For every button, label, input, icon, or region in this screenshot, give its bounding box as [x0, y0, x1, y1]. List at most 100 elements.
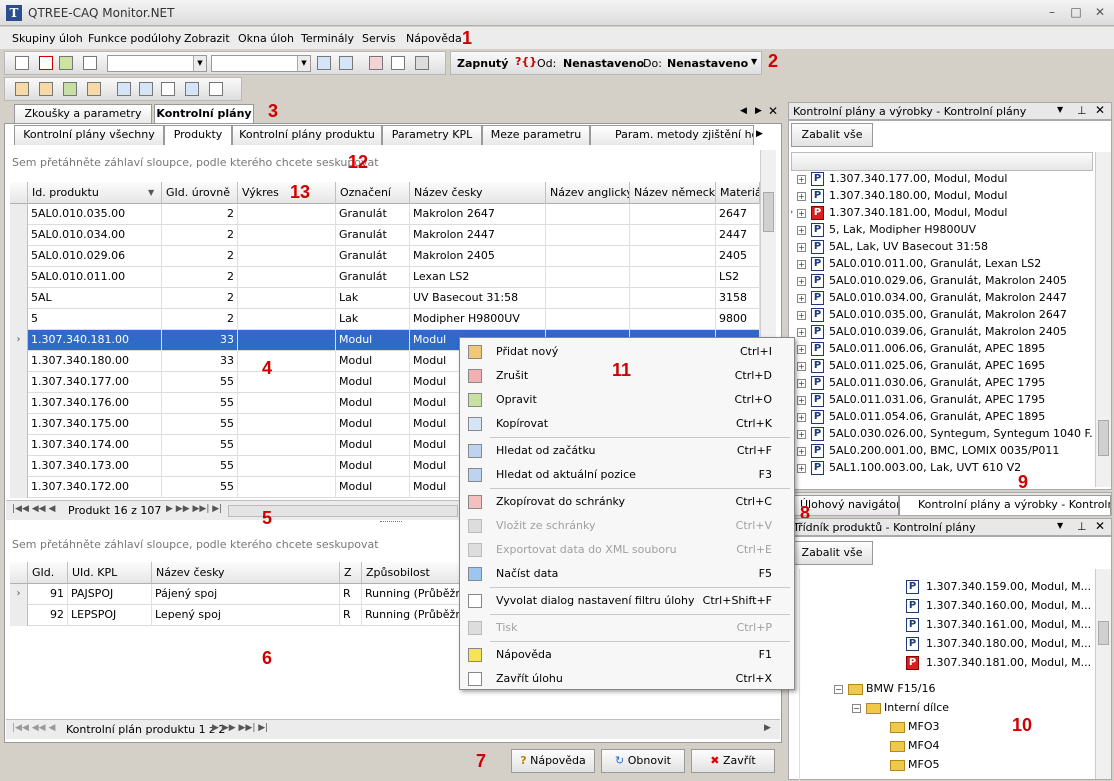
expand-icon[interactable]: + [797, 430, 806, 439]
tree-item[interactable]: P 1.307.340.161.00, Modul, M... [900, 617, 1093, 634]
expand-icon[interactable]: + [797, 413, 806, 422]
folder-item[interactable]: MFO4 [872, 738, 1072, 755]
maximize-icon[interactable]: □ [1066, 4, 1086, 20]
expand-icon[interactable]: + [797, 447, 806, 456]
copy-icon[interactable] [83, 56, 97, 70]
filter-dialog-icon[interactable]: ?{} [515, 55, 537, 68]
tree-item[interactable]: + P 5AL0.011.025.06, Granulát, APEC 1695 [791, 358, 1086, 375]
right-top-close-icon[interactable]: ✕ [1095, 103, 1105, 117]
tree-item[interactable]: P 1.307.340.159.00, Modul, M... [900, 579, 1093, 596]
toolbar-overflow-icon[interactable]: ▼ [751, 57, 757, 66]
expand-icon[interactable]: + [797, 226, 806, 235]
close-window-icon[interactable]: ✕ [1090, 4, 1110, 20]
col-material[interactable]: Materiá [716, 182, 760, 204]
expand-icon[interactable]: + [797, 277, 806, 286]
tree-item[interactable]: P 1.307.340.181.00, Modul, M... [900, 655, 1093, 672]
row-indicator[interactable] [10, 605, 28, 626]
table-row[interactable]: › 91 PAJSPOJ Pájený spoj R Running (Průběžná [10, 584, 462, 605]
collapse-all-button-bottom[interactable]: Zabalit vše [791, 541, 873, 565]
expand-icon[interactable]: + [797, 175, 806, 184]
subtab-param-methods[interactable]: Param. metody zjištění hodr [590, 125, 754, 145]
col-level-gid[interactable]: GId. úrovně [162, 182, 238, 204]
table-row[interactable]: 5AL0.010.035.00 2 Granulát Makrolon 2647 264… [10, 204, 760, 225]
row-indicator[interactable] [10, 372, 28, 393]
expand-icon[interactable]: + [797, 362, 806, 371]
nav-last-icon[interactable]: ▶ ▶▶ ▶▶| ▶| [166, 504, 222, 514]
products-vscroll-thumb[interactable] [763, 192, 774, 232]
expand-icon[interactable]: + [797, 396, 806, 405]
tree-item[interactable]: + P 5AL0.010.035.00, Granulát, Makrolon 26… [791, 307, 1086, 324]
tool-5-icon[interactable] [117, 82, 131, 96]
context-menu-item[interactable]: Tisk Ctrl+P [460, 616, 794, 640]
collapse-icon[interactable]: − [852, 704, 861, 713]
tool-3-icon[interactable] [63, 82, 77, 96]
tree-item[interactable]: + P 1.307.340.180.00, Modul, Modul [791, 188, 1086, 205]
row-indicator[interactable] [10, 288, 28, 309]
col-name-en[interactable]: Název anglicky [546, 182, 630, 204]
new-icon[interactable] [15, 56, 29, 70]
row-indicator[interactable] [10, 435, 28, 456]
menu-service[interactable]: Servis [362, 32, 396, 45]
col-name-de[interactable]: Název německy [630, 182, 716, 204]
pin-icon-2[interactable]: ⊥ [1077, 520, 1087, 533]
context-menu-item[interactable]: Opravit Ctrl+O [460, 388, 794, 412]
tab-scroll-right-icon[interactable]: ▶ [755, 106, 762, 116]
table-row[interactable]: 5AL0.010.029.06 2 Granulát Makrolon 2405 240… [10, 246, 760, 267]
context-menu-item[interactable]: Nápověda F1 [460, 643, 794, 667]
row-indicator[interactable]: › [10, 584, 28, 605]
tree-item[interactable]: › + P 1.307.340.181.00, Modul, Modul [791, 205, 1086, 222]
tab-scroll-left-icon[interactable]: ◀ [740, 106, 747, 116]
paste-icon[interactable] [391, 56, 405, 70]
table-row[interactable]: 5 2 Lak Modipher H9800UV 9800 [10, 309, 760, 330]
context-menu-item[interactable]: Načíst data F5 [460, 562, 794, 586]
context-menu-item[interactable]: Exportovat data do XML souboru Ctrl+E [460, 538, 794, 562]
delete-icon[interactable] [39, 56, 53, 70]
context-menu-item[interactable]: Vložit ze schránky Ctrl+V [460, 514, 794, 538]
tab-plans-products[interactable]: Kontrolní plány a výrobky - Kontrolní p.… [899, 495, 1111, 515]
right-bottom-close-icon[interactable]: ✕ [1095, 519, 1105, 533]
menu-subtask-functions[interactable]: Funkce podúlohy [88, 32, 181, 45]
expand-icon[interactable]: + [797, 192, 806, 201]
tab-tests-parameters[interactable]: Zkoušky a parametry [14, 104, 152, 124]
context-menu-item[interactable]: Kopírovat Ctrl+K [460, 412, 794, 436]
plans-nav-last-icon[interactable]: ▶ ▶▶ ▶▶| ▶| [212, 723, 268, 733]
find-first-icon[interactable] [317, 56, 331, 70]
expand-icon[interactable]: + [797, 328, 806, 337]
expand-icon[interactable]: + [797, 260, 806, 269]
expand-icon[interactable]: + [797, 464, 806, 473]
tool-8-icon[interactable] [185, 82, 199, 96]
col-plan-name[interactable]: Název česky [152, 562, 340, 584]
right-top-vscroll[interactable] [1095, 152, 1111, 487]
subtab-param-limits[interactable]: Meze parametru [482, 125, 590, 145]
expand-icon[interactable]: + [797, 294, 806, 303]
tree-item[interactable]: P 1.307.340.180.00, Modul, M... [900, 636, 1093, 653]
row-indicator[interactable] [10, 246, 28, 267]
menu-help[interactable]: Nápověda [406, 32, 462, 45]
row-indicator[interactable] [10, 225, 28, 246]
context-menu-item[interactable]: Zavřít úlohu Ctrl+X [460, 667, 794, 691]
col-gid[interactable]: GId. [28, 562, 68, 584]
table-row[interactable]: 92 LEPSPOJ Lepený spoj R Running (Průběžná [10, 605, 462, 626]
tree-item[interactable]: + P 5AL0.011.031.06, Granulát, APEC 1795 [791, 392, 1086, 409]
tree-item[interactable]: + P 5AL0.011.030.06, Granulát, APEC 1795 [791, 375, 1086, 392]
right-top-vscroll-thumb[interactable] [1098, 420, 1109, 456]
row-indicator[interactable] [10, 267, 28, 288]
table-row[interactable]: 5AL0.010.034.00 2 Granulát Makrolon 2447 244… [10, 225, 760, 246]
menu-terminals[interactable]: Terminály [301, 32, 354, 45]
folder-item[interactable]: MFO3 [872, 719, 1072, 736]
tree-item[interactable]: + P 5AL1.100.003.00, Lak, UVT 610 V2 [791, 460, 1086, 477]
subtab-scroll-icon[interactable]: ▶ [756, 129, 763, 139]
col-capability[interactable]: Způsobilost [362, 562, 462, 584]
right-bottom-vscroll-thumb[interactable] [1098, 621, 1109, 645]
context-menu-item[interactable]: Hledat od začátku Ctrl+F [460, 439, 794, 463]
copy-clipboard-icon[interactable] [369, 56, 383, 70]
tool-7-icon[interactable] [161, 82, 175, 96]
menu-view[interactable]: Zobrazit [184, 32, 230, 45]
collapse-all-button-top[interactable]: Zabalit vše [791, 123, 873, 147]
menu-task-groups[interactable]: Skupiny úloh [12, 32, 83, 45]
toolbar-combo-2[interactable]: ▼ [211, 55, 311, 72]
col-product-id[interactable]: Id. produktu [28, 182, 162, 204]
expand-icon[interactable]: + [797, 243, 806, 252]
expand-icon[interactable]: + [797, 345, 806, 354]
tool-4-icon[interactable] [87, 82, 101, 96]
